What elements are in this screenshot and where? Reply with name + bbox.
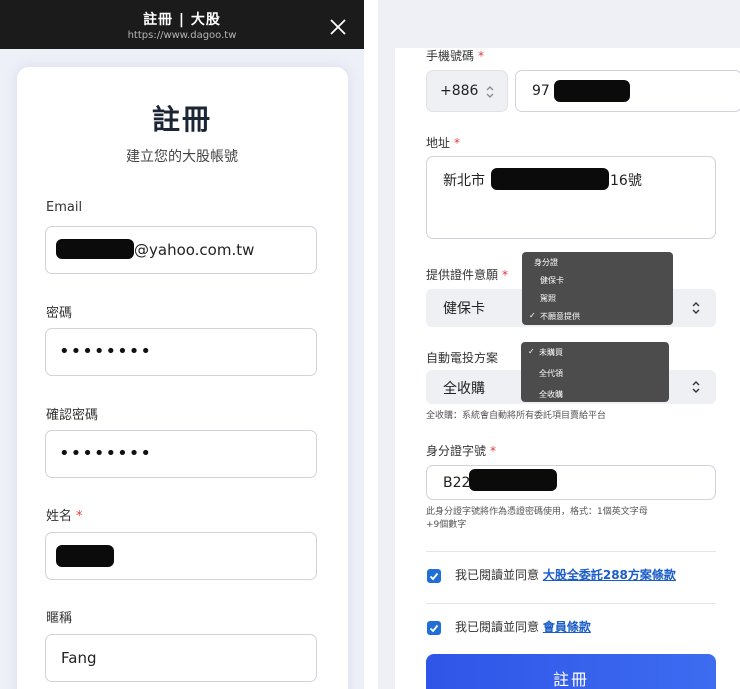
nickname-label: 暱稱 (46, 611, 73, 626)
id-doc-selected: 健保卡 (443, 301, 485, 317)
divider (426, 551, 716, 552)
id-doc-dropdown-menu: 身分證 健保卡 駕照 ✓ 不願意提供 (522, 252, 673, 325)
id-number-hint-1: 此身分證字號將作為憑證密碼使用，格式：1個英文字母 (426, 507, 648, 517)
nickname-field[interactable]: Fang (45, 634, 317, 682)
required-mark: * (478, 49, 485, 63)
agree-plan-text: 我已閱讀並同意 大股全委託288方案條款 (455, 566, 676, 583)
auto-vote-dropdown-menu: ✓ 未購買 全代領 全收購 (521, 342, 669, 402)
name-label-text: 姓名 (46, 509, 73, 524)
browser-top-bar: 註冊 | 大股 https://www.dagoo.tw (0, 0, 364, 49)
agree-member-text: 我已閱讀並同意 會員條款 (455, 618, 591, 635)
agree-prefix: 我已閱讀並同意 (455, 568, 540, 582)
id-number-label: 身分證字號 * (426, 442, 496, 459)
agree-plan-checkbox[interactable] (427, 569, 441, 583)
page-url: https://www.dagoo.tw (127, 30, 237, 41)
page-title-bar: 註冊 | 大股 (143, 12, 221, 28)
name-field[interactable] (45, 532, 317, 580)
id-number-value: B22 (443, 475, 471, 491)
menu-item-health-card[interactable]: 健保卡 (540, 275, 564, 286)
menu-item-all-agent[interactable]: 全代領 (539, 368, 563, 379)
email-field[interactable]: @yahoo.com.tw (45, 226, 317, 274)
password-field[interactable]: •••••••• (45, 328, 317, 376)
nickname-value: Fang (61, 649, 97, 667)
menu-item-id-card[interactable]: 身分證 (534, 257, 558, 268)
name-label: 姓名 * (46, 505, 83, 524)
phone-label-text: 手機號碼 (426, 49, 475, 63)
password-dots: •••••••• (59, 341, 152, 362)
redacted-block (554, 80, 630, 102)
redacted-block (491, 168, 609, 190)
chevron-up-down-icon (692, 381, 700, 393)
required-mark: * (502, 268, 509, 282)
required-mark: * (490, 444, 497, 458)
register-subtitle: 建立您的大股帳號 (126, 149, 238, 165)
redacted-block (469, 469, 557, 491)
check-icon (429, 572, 439, 581)
auto-vote-hint: 全收購：系統會自動將所有委託項目賣給平台 (426, 411, 607, 421)
phone-value: 97 (532, 83, 550, 99)
address-label-text: 地址 (426, 136, 451, 150)
chevron-up-down-icon (486, 86, 494, 98)
id-doc-label-text: 提供證件意願 (426, 268, 499, 282)
password-label: 密碼 (46, 306, 73, 321)
required-mark: * (454, 136, 461, 150)
redacted-block (56, 239, 134, 259)
address-suffix: 16號 (610, 173, 642, 189)
menu-item-license[interactable]: 駕照 (540, 293, 556, 304)
phone-label: 手機號碼 * (426, 47, 484, 64)
menu-item-not-purchased[interactable]: 未購買 (539, 347, 563, 358)
right-panel: 手機號碼 * +886 97 地址 * 新北市 16號 提供證件意願 * 健保卡 身分… (378, 0, 740, 689)
left-panel: 註冊 | 大股 https://www.dagoo.tw 註冊 建立您的大股帳號… (0, 0, 364, 689)
divider (426, 603, 716, 604)
email-value: @yahoo.com.tw (134, 241, 255, 259)
phone-field[interactable]: 97 (515, 70, 740, 112)
address-field[interactable]: 新北市 16號 (426, 156, 716, 239)
check-icon: ✓ (529, 311, 536, 320)
id-number-hint-2: +9個數字 (426, 520, 467, 530)
register-heading: 註冊 (151, 103, 212, 136)
confirm-password-field[interactable]: •••••••• (45, 430, 317, 478)
required-mark: * (76, 509, 83, 524)
id-number-label-text: 身分證字號 (426, 444, 487, 458)
address-label: 地址 * (426, 134, 460, 151)
country-code-value: +886 (440, 83, 479, 99)
check-icon: ✓ (528, 347, 535, 356)
auto-vote-label: 自動電投方案 (426, 351, 499, 365)
check-icon (429, 624, 439, 633)
id-doc-label: 提供證件意願 * (426, 266, 508, 283)
address-prefix: 新北市 (443, 173, 485, 189)
register-button-label: 註冊 (552, 670, 589, 689)
register-submit-button[interactable]: 註冊 (426, 654, 716, 689)
confirm-password-dots: •••••••• (59, 443, 152, 464)
plan-terms-link[interactable]: 大股全委託288方案條款 (543, 568, 676, 582)
confirm-password-label: 確認密碼 (46, 408, 99, 423)
menu-item-decline[interactable]: 不願意提供 (540, 311, 580, 322)
member-terms-link[interactable]: 會員條款 (543, 620, 591, 634)
country-code-select[interactable]: +886 (426, 70, 508, 112)
auto-vote-selected: 全收購 (443, 381, 485, 397)
agree-member-checkbox[interactable] (427, 621, 441, 635)
id-number-field[interactable]: B22 (426, 465, 716, 500)
redacted-block (56, 545, 114, 567)
menu-item-all-acquire[interactable]: 全收購 (539, 389, 563, 400)
agree-prefix: 我已閱讀並同意 (455, 620, 540, 634)
chevron-up-down-icon (692, 302, 700, 314)
close-icon[interactable] (326, 15, 350, 39)
email-label: Email (46, 200, 83, 215)
